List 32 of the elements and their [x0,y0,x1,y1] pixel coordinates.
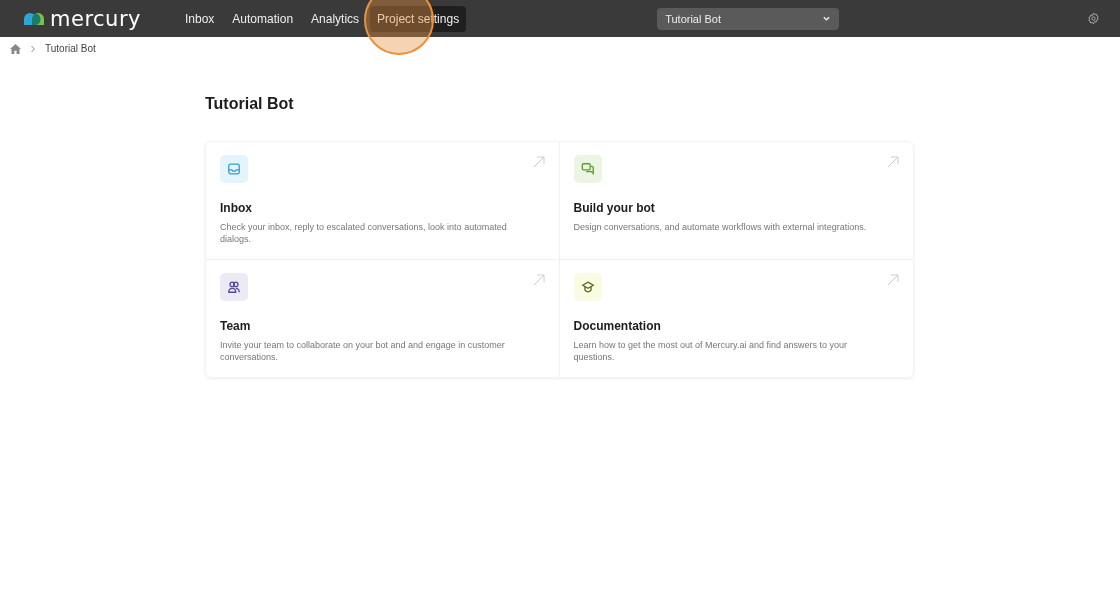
feature-card[interactable]: Documentation Learn how to get the most out of Mercury.ai and find answers to your questions. [559,260,913,377]
feature-card[interactable]: Build your bot Design conversations, and automate workflows with external integrations. [559,142,913,260]
logo-icon [24,12,44,25]
feature-card[interactable]: Inbox Check your inbox, reply to escalated conversations, look into automated dialogs. [206,142,560,260]
card-title: Team [220,319,252,333]
card-title: Documentation [573,319,662,333]
page-title: Tutorial Bot [205,95,295,113]
card-title: Build your bot [573,201,656,215]
users-icon [227,280,241,294]
card-description: Check your inbox, reply to escalated conversations, look into automated dialogs. [220,221,508,245]
card-title: Inbox [220,201,253,215]
nav-tab[interactable]: Inbox [178,5,222,32]
project-dropdown[interactable]: Tutorial Bot [657,7,840,30]
nav-tab[interactable]: Automation [225,5,301,32]
arrow-up-right-icon [887,274,899,286]
chevron-right-icon [30,44,36,53]
arrow-up-right-icon [532,274,545,286]
arrow-up-right-icon [887,156,899,168]
home-icon[interactable] [10,43,21,54]
chat-icon [580,162,595,176]
card-description: Design conversations, and automate workflows with external integrations. [573,221,868,233]
graduation-cap-icon [580,280,595,294]
card-description: Invite your team to collaborate on your bot and and engage in customer conversations. [220,339,506,363]
chevron-down-icon [822,14,832,23]
logo-text: mercury [50,6,141,31]
breadcrumb-item[interactable]: Tutorial Bot [45,43,96,54]
inbox-icon [227,162,241,176]
nav-tab[interactable]: Analytics [304,5,367,32]
feature-card[interactable]: Team Invite your team to collaborate on your bot and and engage in customer conversations. [206,260,560,377]
arrow-up-right-icon [532,156,545,168]
settings-icon[interactable] [1087,12,1100,25]
card-description: Learn how to get the most out of Mercury.ai and find answers to your questions. [573,339,848,363]
